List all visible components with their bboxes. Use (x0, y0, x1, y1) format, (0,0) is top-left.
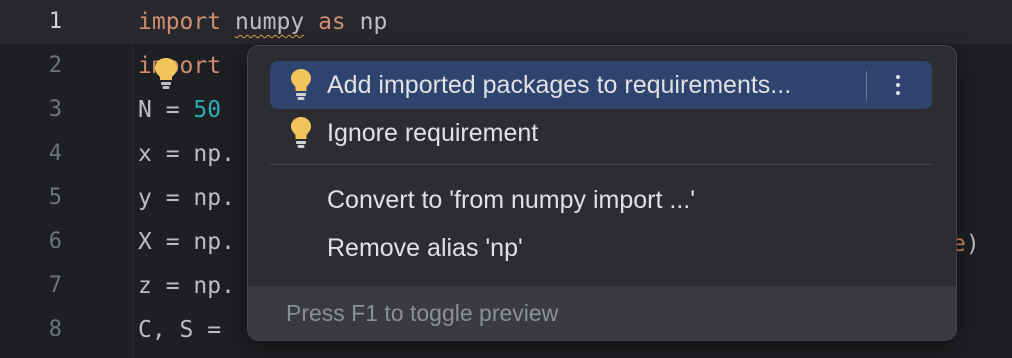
code-text[interactable]: import numpy as np (138, 0, 387, 44)
line-number: 4 (48, 141, 62, 166)
lightbulb-icon (291, 117, 311, 148)
add-to-requirements-action[interactable]: Add imported packages to requirements... (270, 61, 932, 109)
line-number: 8 (48, 317, 62, 342)
footer-hint: Press F1 to toggle preview (286, 300, 559, 326)
more-options-icon[interactable] (888, 71, 908, 101)
divider (270, 164, 932, 165)
code-text[interactable]: X = np. (138, 220, 235, 264)
line-number: 7 (48, 273, 62, 298)
line-number: 5 (48, 185, 62, 210)
code-text[interactable]: z = np. (138, 264, 235, 308)
line-number: 1 (48, 9, 62, 34)
code-line[interactable]: 1 import numpy as np (0, 0, 1012, 44)
line-number: 6 (48, 229, 62, 254)
intention-actions-popup: Add imported packages to requirements...… (247, 45, 957, 341)
code-text[interactable]: N = 50 (138, 88, 221, 132)
popup-footer: Press F1 to toggle preview (248, 286, 956, 340)
ignore-requirement-action[interactable]: Ignore requirement (270, 109, 932, 157)
lightbulb-icon[interactable] (150, 56, 182, 90)
action-label: Ignore requirement (327, 119, 539, 147)
code-text[interactable]: y = np. (138, 176, 235, 220)
action-label: Remove alias 'np' (327, 234, 523, 262)
action-label: Add imported packages to requirements... (327, 71, 792, 99)
unresolved-import-warning: numpy (234, 9, 305, 35)
code-text[interactable]: C, S = (138, 308, 235, 352)
separator (866, 71, 867, 101)
code-text[interactable]: x = np. (138, 132, 235, 176)
action-label: Convert to 'from numpy import ...' (327, 186, 695, 214)
convert-import-action[interactable]: Convert to 'from numpy import ...' (270, 176, 932, 224)
line-number: 2 (48, 53, 62, 78)
remove-alias-action[interactable]: Remove alias 'np' (270, 224, 932, 272)
lightbulb-icon (291, 69, 311, 100)
line-number: 3 (48, 97, 62, 122)
